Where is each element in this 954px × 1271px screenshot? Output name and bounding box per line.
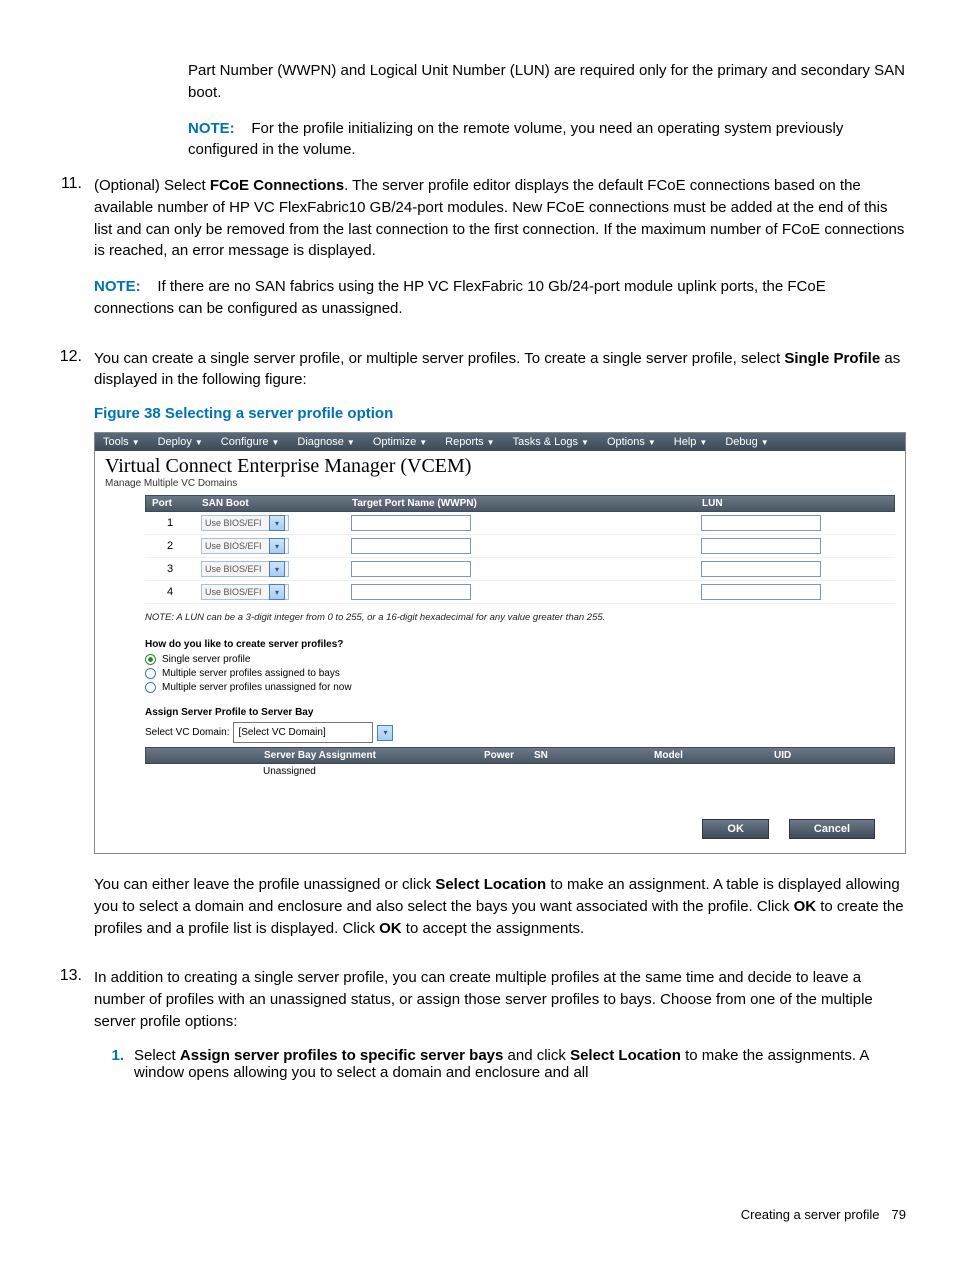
menu-bar: Tools▼ Deploy▼ Configure▼ Diagnose▼ Opti… — [95, 433, 905, 451]
lun-input[interactable] — [701, 538, 821, 554]
step12-paragraph: You can create a single server profile, … — [94, 348, 906, 392]
note-text: For the profile initializing on the remo… — [188, 120, 843, 159]
san-boot-select[interactable]: Use BIOS/EFI▾ — [201, 561, 289, 577]
step-number-12: 12. — [48, 348, 94, 954]
lun-note: NOTE: A LUN can be a 3-digit integer fro… — [145, 612, 895, 623]
cancel-button[interactable]: Cancel — [789, 819, 875, 839]
port-row-4: 4 Use BIOS/EFI▾ — [145, 581, 895, 604]
substep-number-1: 1. — [94, 1047, 134, 1081]
port-row-1: 1 Use BIOS/EFI▾ — [145, 512, 895, 535]
chevron-down-icon: ▾ — [269, 515, 285, 531]
radio-icon — [145, 668, 156, 679]
step12-after-paragraph: You can either leave the profile unassig… — [94, 874, 906, 939]
menu-deploy[interactable]: Deploy▼ — [150, 433, 213, 451]
lun-input[interactable] — [701, 561, 821, 577]
note-label: NOTE: — [188, 120, 235, 137]
step-number-11: 11. — [48, 175, 94, 334]
substep-1-text: Select Assign server profiles to specifi… — [134, 1047, 906, 1081]
step11-paragraph: (Optional) Select FCoE Connections. The … — [94, 175, 906, 262]
menu-optimize[interactable]: Optimize▼ — [365, 433, 437, 451]
menu-help[interactable]: Help▼ — [666, 433, 718, 451]
chevron-down-icon: ▼ — [581, 438, 589, 447]
port-row-2: 2 Use BIOS/EFI▾ — [145, 535, 895, 558]
chevron-down-icon: ▼ — [419, 438, 427, 447]
assign-section-title: Assign Server Profile to Server Bay — [145, 707, 895, 718]
port-row-3: 3 Use BIOS/EFI▾ — [145, 558, 895, 581]
chevron-down-icon: ▼ — [132, 438, 140, 447]
wwpn-input[interactable] — [351, 584, 471, 600]
menu-tasks-logs[interactable]: Tasks & Logs▼ — [505, 433, 599, 451]
san-boot-select[interactable]: Use BIOS/EFI▾ — [201, 538, 289, 554]
lun-input[interactable] — [701, 515, 821, 531]
figure-38: Tools▼ Deploy▼ Configure▼ Diagnose▼ Opti… — [94, 432, 906, 854]
chevron-down-icon: ▾ — [269, 538, 285, 554]
page-title: Virtual Connect Enterprise Manager (VCEM… — [95, 451, 905, 478]
chevron-down-icon: ▼ — [195, 438, 203, 447]
chevron-down-icon: ▼ — [699, 438, 707, 447]
menu-configure[interactable]: Configure▼ — [213, 433, 290, 451]
chevron-down-icon: ▼ — [487, 438, 495, 447]
page-subtitle: Manage Multiple VC Domains — [95, 478, 905, 495]
step-number-13: 13. — [48, 967, 94, 1086]
chevron-down-icon: ▾ — [269, 561, 285, 577]
lun-input[interactable] — [701, 584, 821, 600]
page-footer: Creating a server profile79 — [48, 1207, 906, 1222]
menu-options[interactable]: Options▼ — [599, 433, 666, 451]
wwpn-input[interactable] — [351, 561, 471, 577]
assignment-table-header: Server Bay Assignment Power SN Model UID — [145, 747, 895, 764]
menu-debug[interactable]: Debug▼ — [717, 433, 778, 451]
assignment-row: Unassigned — [145, 764, 895, 779]
radio-icon — [145, 682, 156, 693]
chevron-down-icon: ▼ — [648, 438, 656, 447]
intro-paragraph: Part Number (WWPN) and Logical Unit Numb… — [188, 60, 906, 104]
chevron-down-icon: ▾ — [269, 584, 285, 600]
menu-diagnose[interactable]: Diagnose▼ — [289, 433, 364, 451]
ok-button[interactable]: OK — [702, 819, 769, 839]
radio-icon-checked — [145, 654, 156, 665]
domain-label: Select VC Domain: — [145, 727, 229, 738]
chevron-down-icon: ▼ — [761, 438, 769, 447]
chevron-down-icon: ▼ — [271, 438, 279, 447]
profile-question: How do you like to create server profile… — [145, 639, 895, 650]
menu-tools[interactable]: Tools▼ — [95, 433, 150, 451]
figure-caption: Figure 38 Selecting a server profile opt… — [94, 405, 906, 422]
wwpn-input[interactable] — [351, 538, 471, 554]
chevron-down-icon: ▼ — [347, 438, 355, 447]
wwpn-input[interactable] — [351, 515, 471, 531]
radio-assigned-bays[interactable]: Multiple server profiles assigned to bay… — [145, 668, 895, 679]
vc-domain-select[interactable]: [Select VC Domain] — [233, 722, 373, 743]
intro-note: NOTE: For the profile initializing on th… — [188, 118, 906, 162]
menu-reports[interactable]: Reports▼ — [437, 433, 504, 451]
radio-unassigned[interactable]: Multiple server profiles unassigned for … — [145, 682, 895, 693]
port-table-header: Port SAN Boot Target Port Name (WWPN) LU… — [145, 495, 895, 512]
san-boot-select[interactable]: Use BIOS/EFI▾ — [201, 515, 289, 531]
san-boot-select[interactable]: Use BIOS/EFI▾ — [201, 584, 289, 600]
step13-paragraph: In addition to creating a single server … — [94, 967, 906, 1032]
radio-single-profile[interactable]: Single server profile — [145, 654, 895, 665]
step11-note: NOTE: If there are no SAN fabrics using … — [94, 276, 906, 320]
chevron-down-icon[interactable]: ▾ — [377, 725, 393, 741]
note-label: NOTE: — [94, 278, 141, 295]
